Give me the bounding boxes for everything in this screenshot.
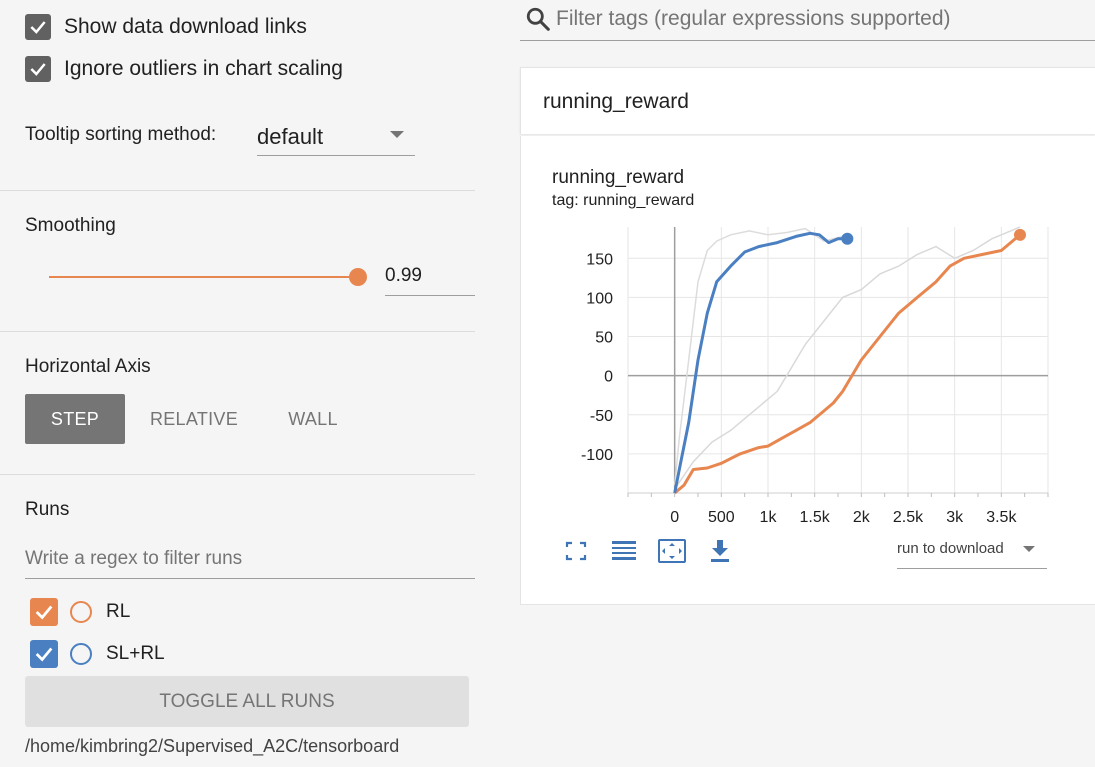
search-icon: [526, 7, 550, 31]
smoothing-title: Smoothing: [25, 215, 116, 236]
fullscreen-icon: [565, 541, 587, 561]
smoothing-slider-thumb[interactable]: [349, 268, 367, 286]
axis-wall-button[interactable]: WALL: [268, 394, 358, 444]
check-icon: [35, 605, 53, 620]
tooltip-sorting-label: Tooltip sorting method:: [25, 124, 217, 145]
chart-title: running_reward: [552, 167, 685, 188]
logdir-path: /home/kimbring2/Supervised_A2C/tensorboa…: [25, 736, 400, 756]
run-sl-rl-label: SL+RL: [106, 643, 165, 664]
run-item-sl-rl[interactable]: SL+RL: [30, 640, 165, 668]
run-rl-label: RL: [106, 601, 131, 622]
dropdown-arrow-icon: [390, 131, 404, 138]
x-tick-label: 3.5k: [986, 509, 1017, 526]
x-tick-label: 3k: [946, 509, 964, 526]
x-tick-label: 0: [670, 509, 679, 526]
check-icon: [30, 63, 46, 76]
fit-to-data-icon: [658, 539, 686, 563]
tag-group-title: running_reward: [543, 90, 689, 113]
ignore-outliers-label: Ignore outliers in chart scaling: [64, 57, 343, 80]
divider: [0, 190, 475, 191]
x-tick-label: 1k: [760, 509, 778, 526]
horizontal-axis-title: Horizontal Axis: [25, 356, 151, 377]
dropdown-arrow-icon: [1023, 546, 1035, 552]
list-lines-icon: [612, 541, 636, 560]
series-end-marker-0: [1014, 228, 1026, 241]
show-download-links-label: Show data download links: [64, 15, 307, 38]
y-tick-label: 150: [586, 251, 613, 268]
run-to-download-select[interactable]: run to download: [897, 533, 1047, 569]
show-download-links-row[interactable]: Show data download links: [25, 13, 307, 41]
ignore-outliers-checkbox[interactable]: [25, 56, 51, 82]
tag-group-header[interactable]: running_reward: [520, 67, 1095, 134]
run-item-rl[interactable]: RL: [30, 598, 130, 626]
run-sl-rl-checkbox[interactable]: [30, 640, 58, 668]
smoothing-slider-track[interactable]: [49, 276, 359, 278]
y-tick-label: 100: [586, 290, 613, 307]
y-tick-label: 0: [604, 369, 613, 386]
run-filter-input[interactable]: Write a regex to filter runs: [25, 540, 475, 579]
y-tick-label: 50: [595, 330, 613, 347]
expand-chart-button[interactable]: [559, 536, 593, 566]
runs-title: Runs: [25, 499, 70, 520]
x-tick-label: 500: [708, 509, 735, 526]
axis-step-button[interactable]: STEP: [25, 394, 125, 444]
y-tick-label: -100: [581, 447, 613, 464]
fit-domain-button[interactable]: [655, 536, 689, 566]
chart-card: 0 500 1k 1.5k 2k 2.5k 3k 3.5k -100 -50 0 50 100 150 r…: [520, 136, 1095, 605]
sidebar: Show data download links Ignore outliers…: [0, 0, 497, 767]
run-sl-rl-color-icon: [70, 643, 92, 665]
series-raw-line-0: [674, 226, 1021, 490]
y-tick-label: -50: [590, 408, 613, 425]
divider: [0, 474, 475, 475]
divider: [0, 331, 475, 332]
run-rl-checkbox[interactable]: [30, 598, 58, 626]
run-rl-color-icon: [70, 601, 92, 623]
smoothing-value-input[interactable]: 0.99: [385, 258, 475, 296]
series-end-marker-1: [841, 232, 854, 245]
x-tick-label: 2k: [853, 509, 871, 526]
tooltip-sorting-value: default: [257, 123, 324, 149]
tooltip-sorting-select[interactable]: default: [257, 118, 415, 156]
check-icon: [30, 21, 46, 34]
toggle-log-scale-button[interactable]: [607, 536, 641, 566]
ignore-outliers-row[interactable]: Ignore outliers in chart scaling: [25, 55, 343, 83]
check-icon: [35, 647, 53, 662]
chart-subtitle: tag: running_reward: [552, 192, 695, 209]
x-tick-label: 1.5k: [800, 509, 831, 526]
tag-filter-input[interactable]: Filter tags (regular expressions support…: [556, 7, 951, 31]
axis-relative-button[interactable]: RELATIVE: [140, 394, 248, 444]
toggle-all-runs-button[interactable]: TOGGLE ALL RUNS: [25, 676, 469, 727]
tag-filter-bar[interactable]: Filter tags (regular expressions support…: [520, 0, 1095, 41]
run-to-download-placeholder: run to download: [897, 540, 1004, 557]
show-download-links-checkbox[interactable]: [25, 14, 51, 40]
download-icon: [711, 540, 729, 562]
x-tick-label: 2.5k: [893, 509, 924, 526]
download-button[interactable]: [703, 536, 737, 566]
